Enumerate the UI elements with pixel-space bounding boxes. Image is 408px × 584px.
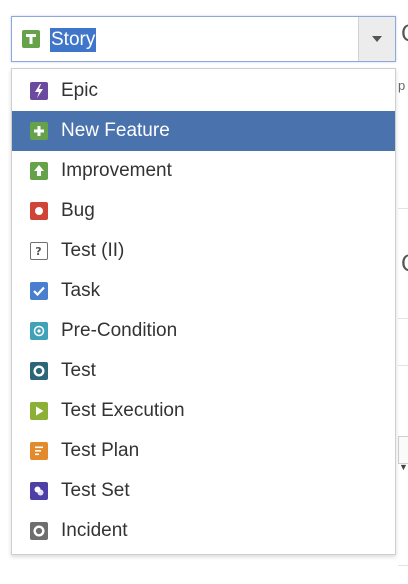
question-icon: ? bbox=[30, 242, 48, 260]
menu-item-new-feature[interactable]: New Feature bbox=[12, 111, 395, 151]
menu-item-label: Test Plan bbox=[61, 440, 140, 461]
menu-item-test-set[interactable]: Test Set bbox=[12, 471, 395, 511]
svg-text:?: ? bbox=[35, 245, 41, 258]
menu-item-pre-condition[interactable]: Pre-Condition bbox=[12, 311, 395, 351]
menu-item-label: Test Set bbox=[61, 480, 130, 501]
menu-item-label: Task bbox=[61, 280, 101, 301]
background-field bbox=[398, 436, 408, 464]
play-icon bbox=[30, 402, 48, 420]
background-divider bbox=[398, 208, 408, 209]
selected-issue-type: Story bbox=[50, 28, 97, 52]
checkbox-icon bbox=[30, 282, 48, 300]
test-icon bbox=[30, 362, 48, 380]
menu-item-test-execution[interactable]: Test Execution bbox=[12, 391, 395, 431]
background-divider bbox=[398, 318, 408, 319]
issue-type-menu: Epic New Feature Improvement Bug ? Test … bbox=[11, 68, 396, 555]
epic-icon bbox=[30, 82, 48, 100]
menu-item-label: Test bbox=[61, 360, 96, 381]
menu-item-label: Test Execution bbox=[61, 400, 185, 421]
background-divider bbox=[398, 565, 408, 566]
story-icon bbox=[22, 30, 40, 48]
menu-item-label: Epic bbox=[61, 80, 98, 101]
menu-item-task[interactable]: Task bbox=[12, 271, 395, 311]
background-fragment: C bbox=[401, 22, 408, 47]
menu-item-label: Test (II) bbox=[61, 240, 125, 261]
background-fragment: p bbox=[398, 78, 406, 93]
menu-item-test-ii[interactable]: ? Test (II) bbox=[12, 231, 395, 271]
menu-item-label: Incident bbox=[61, 520, 128, 541]
dropdown-toggle-button[interactable] bbox=[358, 17, 395, 61]
menu-item-improvement[interactable]: Improvement bbox=[12, 151, 395, 191]
background-divider bbox=[398, 365, 408, 366]
menu-item-test-plan[interactable]: Test Plan bbox=[12, 431, 395, 471]
menu-item-label: Improvement bbox=[61, 160, 172, 181]
menu-item-label: Bug bbox=[61, 200, 95, 221]
menu-item-epic[interactable]: Epic bbox=[12, 71, 395, 111]
bug-icon bbox=[30, 202, 48, 220]
improvement-icon bbox=[30, 162, 48, 180]
menu-item-bug[interactable]: Bug bbox=[12, 191, 395, 231]
background-fragment: C bbox=[401, 252, 408, 277]
new-feature-icon bbox=[30, 122, 48, 140]
incident-icon bbox=[30, 522, 48, 540]
menu-item-incident[interactable]: Incident bbox=[12, 511, 395, 551]
caret-down-icon bbox=[372, 36, 382, 42]
test-set-icon bbox=[30, 482, 48, 500]
document-icon bbox=[30, 442, 48, 460]
menu-item-test[interactable]: Test bbox=[12, 351, 395, 391]
pre-condition-icon bbox=[30, 322, 48, 340]
menu-item-label: New Feature bbox=[61, 120, 170, 141]
background-caret: ▼ bbox=[399, 462, 408, 472]
menu-item-label: Pre-Condition bbox=[61, 320, 178, 341]
issue-type-select[interactable]: Story bbox=[11, 16, 396, 62]
